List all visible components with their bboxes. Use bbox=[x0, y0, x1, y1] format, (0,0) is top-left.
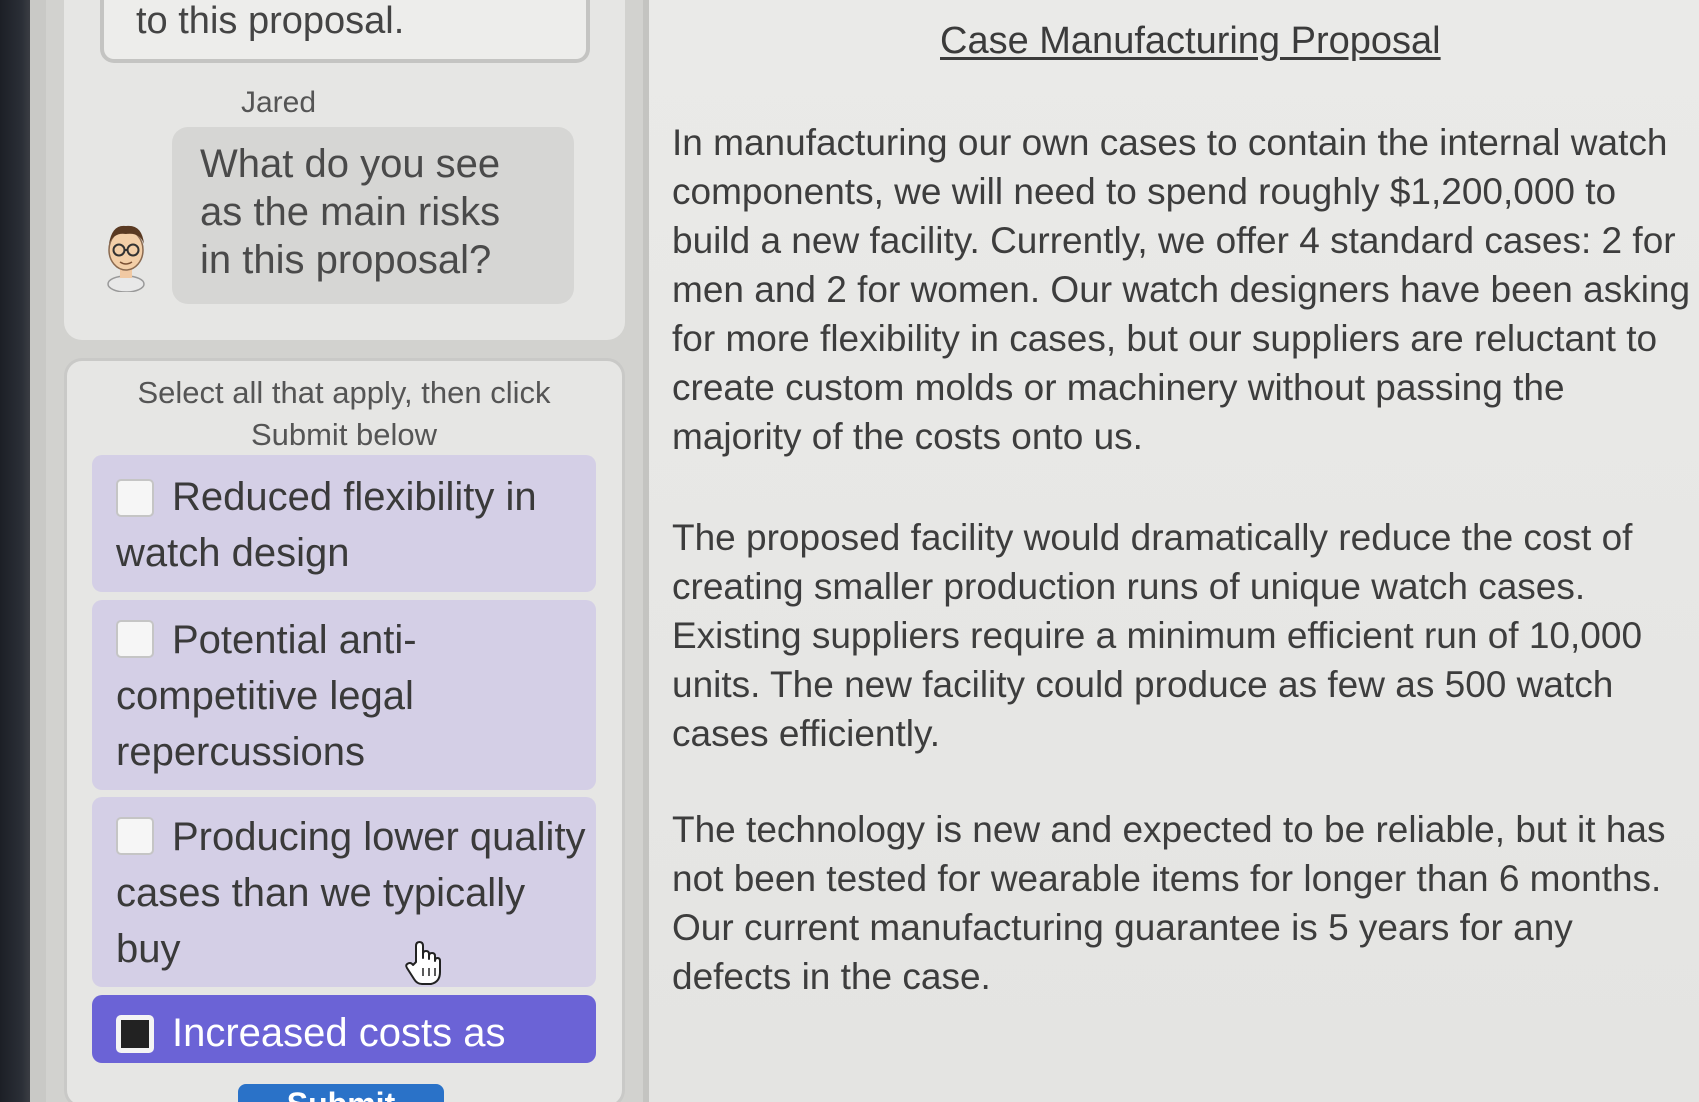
paragraph-2: The proposed facility would dramatically… bbox=[672, 517, 1643, 754]
option-label: Reduced flexibility in watch design bbox=[116, 475, 537, 575]
paragraph-1: In manufacturing our own cases to contai… bbox=[672, 122, 1691, 457]
character-avatar-icon bbox=[107, 225, 145, 292]
option-increased-costs[interactable]: Increased costs as bbox=[92, 995, 596, 1063]
monitor-bezel bbox=[0, 0, 30, 1102]
document-title: Case Manufacturing Proposal bbox=[940, 20, 1441, 62]
option-label: Potential anti-competitive legal repercu… bbox=[116, 618, 417, 774]
instructions: Select all that apply, then click Submit… bbox=[137, 375, 551, 452]
left-edge-strip bbox=[30, 0, 46, 1102]
option-anti-competitive[interactable]: Potential anti-competitive legal repercu… bbox=[92, 600, 596, 790]
speaker-name: Jared bbox=[241, 86, 317, 119]
hand-pointer-icon bbox=[405, 941, 441, 985]
paragraph-3: The technology is new and expected to be… bbox=[672, 809, 1666, 997]
option-label: Producing lower quality cases than we ty… bbox=[116, 815, 586, 971]
previous-message-text: to this proposal. bbox=[136, 0, 405, 42]
option-label: Increased costs as bbox=[172, 1011, 506, 1055]
speech-text: What do you see as the main risks in thi… bbox=[200, 142, 501, 282]
submit-button[interactable]: Submit bbox=[238, 1084, 444, 1102]
option-reduced-flexibility[interactable]: Reduced flexibility in watch design bbox=[92, 455, 596, 592]
option-lower-quality[interactable]: Producing lower quality cases than we ty… bbox=[92, 797, 596, 987]
